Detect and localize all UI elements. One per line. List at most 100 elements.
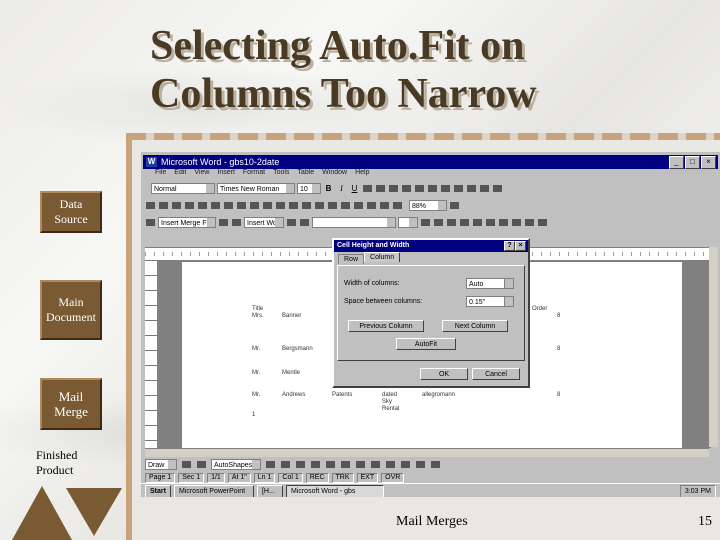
hyperlink-icon[interactable] bbox=[302, 202, 311, 209]
italic-icon[interactable]: I bbox=[336, 183, 347, 194]
merge-cells-icon[interactable] bbox=[460, 219, 469, 226]
sort-ascending-icon[interactable] bbox=[538, 219, 547, 226]
previous-column-button[interactable]: Previous Column bbox=[348, 320, 424, 332]
dialog-help-icon[interactable]: ? bbox=[504, 241, 515, 251]
toolbar-icon-1[interactable] bbox=[146, 219, 155, 226]
menu-help[interactable]: Help bbox=[355, 169, 369, 180]
oval-icon[interactable] bbox=[311, 461, 320, 468]
increase-indent-icon[interactable] bbox=[454, 185, 463, 192]
menu-format[interactable]: Format bbox=[243, 169, 265, 180]
highlight-icon[interactable] bbox=[480, 185, 489, 192]
tables-borders-icon[interactable] bbox=[315, 202, 324, 209]
status-rec[interactable]: REC bbox=[305, 473, 329, 483]
shading-color-icon[interactable] bbox=[447, 219, 456, 226]
numbering-icon[interactable] bbox=[415, 185, 424, 192]
line-weight-combo[interactable] bbox=[398, 217, 418, 228]
distribute-rows-icon[interactable] bbox=[499, 219, 508, 226]
textbox-icon[interactable] bbox=[326, 461, 335, 468]
text-color-icon[interactable] bbox=[386, 461, 395, 468]
decrease-indent-icon[interactable] bbox=[441, 185, 450, 192]
bold-icon[interactable]: B bbox=[323, 183, 334, 194]
print-preview-icon[interactable] bbox=[198, 202, 207, 209]
nav-data-source-button[interactable]: Data Source bbox=[40, 191, 102, 233]
show-hide-icon[interactable] bbox=[393, 202, 402, 209]
align-center-icon[interactable] bbox=[376, 185, 385, 192]
free-rotate-icon[interactable] bbox=[197, 461, 206, 468]
insert-word-field-button[interactable]: Insert Word Field bbox=[244, 217, 284, 228]
print-icon[interactable] bbox=[185, 202, 194, 209]
columns-icon[interactable] bbox=[354, 202, 363, 209]
font-combo[interactable]: Times New Roman bbox=[217, 183, 295, 194]
taskbar-powerpoint[interactable]: Microsoft PowerPoint bbox=[173, 484, 254, 497]
toolbar-icon-3[interactable] bbox=[232, 219, 241, 226]
style-combo[interactable]: Normal bbox=[151, 183, 215, 194]
paste-icon[interactable] bbox=[250, 202, 259, 209]
status-ext[interactable]: EXT bbox=[356, 473, 379, 483]
taskbar-task[interactable]: [H... bbox=[256, 484, 283, 497]
first-record-icon[interactable] bbox=[300, 219, 309, 226]
distribute-columns-icon[interactable] bbox=[512, 219, 521, 226]
nav-main-document-button[interactable]: Main Document bbox=[40, 280, 102, 340]
zoom-combo[interactable]: 88% bbox=[409, 200, 447, 211]
autofit-button[interactable]: AutoFit bbox=[396, 338, 456, 350]
document-map-icon[interactable] bbox=[380, 202, 389, 209]
cut-icon[interactable] bbox=[224, 202, 233, 209]
width-spinner[interactable]: Auto bbox=[466, 278, 514, 289]
format-painter-icon[interactable] bbox=[263, 202, 272, 209]
new-document-icon[interactable] bbox=[146, 202, 155, 209]
line-style-icon[interactable] bbox=[401, 461, 410, 468]
line-icon[interactable] bbox=[266, 461, 275, 468]
open-icon[interactable] bbox=[159, 202, 168, 209]
align-right-icon[interactable] bbox=[389, 185, 398, 192]
undo-icon[interactable] bbox=[276, 202, 285, 209]
split-cells-icon[interactable] bbox=[473, 219, 482, 226]
toolbar-icon-2[interactable] bbox=[219, 219, 228, 226]
font-color-icon[interactable] bbox=[493, 185, 502, 192]
table-autoformat-icon[interactable] bbox=[525, 219, 534, 226]
minimize-icon[interactable]: _ bbox=[669, 156, 684, 169]
help-icon[interactable] bbox=[450, 202, 459, 209]
align-left-icon[interactable] bbox=[363, 185, 372, 192]
wordart-icon[interactable] bbox=[341, 461, 350, 468]
rectangle-icon[interactable] bbox=[296, 461, 305, 468]
status-ovr[interactable]: OVR bbox=[381, 473, 405, 483]
align-top-icon[interactable] bbox=[486, 219, 495, 226]
menu-tools[interactable]: Tools bbox=[273, 169, 289, 180]
bullets-icon[interactable] bbox=[428, 185, 437, 192]
draw-menu-button[interactable]: Draw bbox=[145, 459, 177, 470]
ok-button[interactable]: OK bbox=[420, 368, 468, 380]
tab-column[interactable]: Column bbox=[364, 252, 401, 262]
menu-table[interactable]: Table bbox=[297, 169, 314, 180]
insert-excel-icon[interactable] bbox=[341, 202, 350, 209]
border-color-icon[interactable] bbox=[421, 219, 430, 226]
line-color-icon[interactable] bbox=[371, 461, 380, 468]
menu-file[interactable]: File bbox=[155, 169, 166, 180]
status-trk[interactable]: TRK bbox=[331, 473, 354, 483]
menu-window[interactable]: Window bbox=[322, 169, 347, 180]
taskbar-word[interactable]: Microsoft Word - gbs bbox=[285, 484, 384, 497]
fill-color-icon[interactable] bbox=[356, 461, 365, 468]
previous-slide-arrow-icon[interactable] bbox=[12, 486, 72, 540]
view-merged-data-icon[interactable] bbox=[287, 219, 296, 226]
tab-row[interactable]: Row bbox=[338, 254, 365, 264]
insert-table-icon[interactable] bbox=[328, 202, 337, 209]
line-style-combo[interactable] bbox=[312, 217, 396, 228]
next-slide-arrow-icon[interactable] bbox=[66, 488, 122, 536]
nav-mail-merge-button[interactable]: Mail Merge bbox=[40, 378, 102, 430]
space-spinner[interactable]: 0.15" bbox=[466, 296, 514, 307]
next-column-button[interactable]: Next Column bbox=[442, 320, 508, 332]
borders-icon[interactable] bbox=[467, 185, 476, 192]
menu-view[interactable]: View bbox=[194, 169, 209, 180]
menu-edit[interactable]: Edit bbox=[174, 169, 186, 180]
3d-icon[interactable] bbox=[431, 461, 440, 468]
justify-icon[interactable] bbox=[402, 185, 411, 192]
save-icon[interactable] bbox=[172, 202, 181, 209]
spelling-icon[interactable] bbox=[211, 202, 220, 209]
select-objects-icon[interactable] bbox=[182, 461, 191, 468]
underline-icon[interactable]: U bbox=[349, 183, 360, 194]
copy-icon[interactable] bbox=[237, 202, 246, 209]
vertical-scrollbar[interactable] bbox=[709, 247, 718, 447]
maximize-icon[interactable]: □ bbox=[685, 156, 700, 169]
menu-insert[interactable]: Insert bbox=[217, 169, 235, 180]
shadow-icon[interactable] bbox=[416, 461, 425, 468]
